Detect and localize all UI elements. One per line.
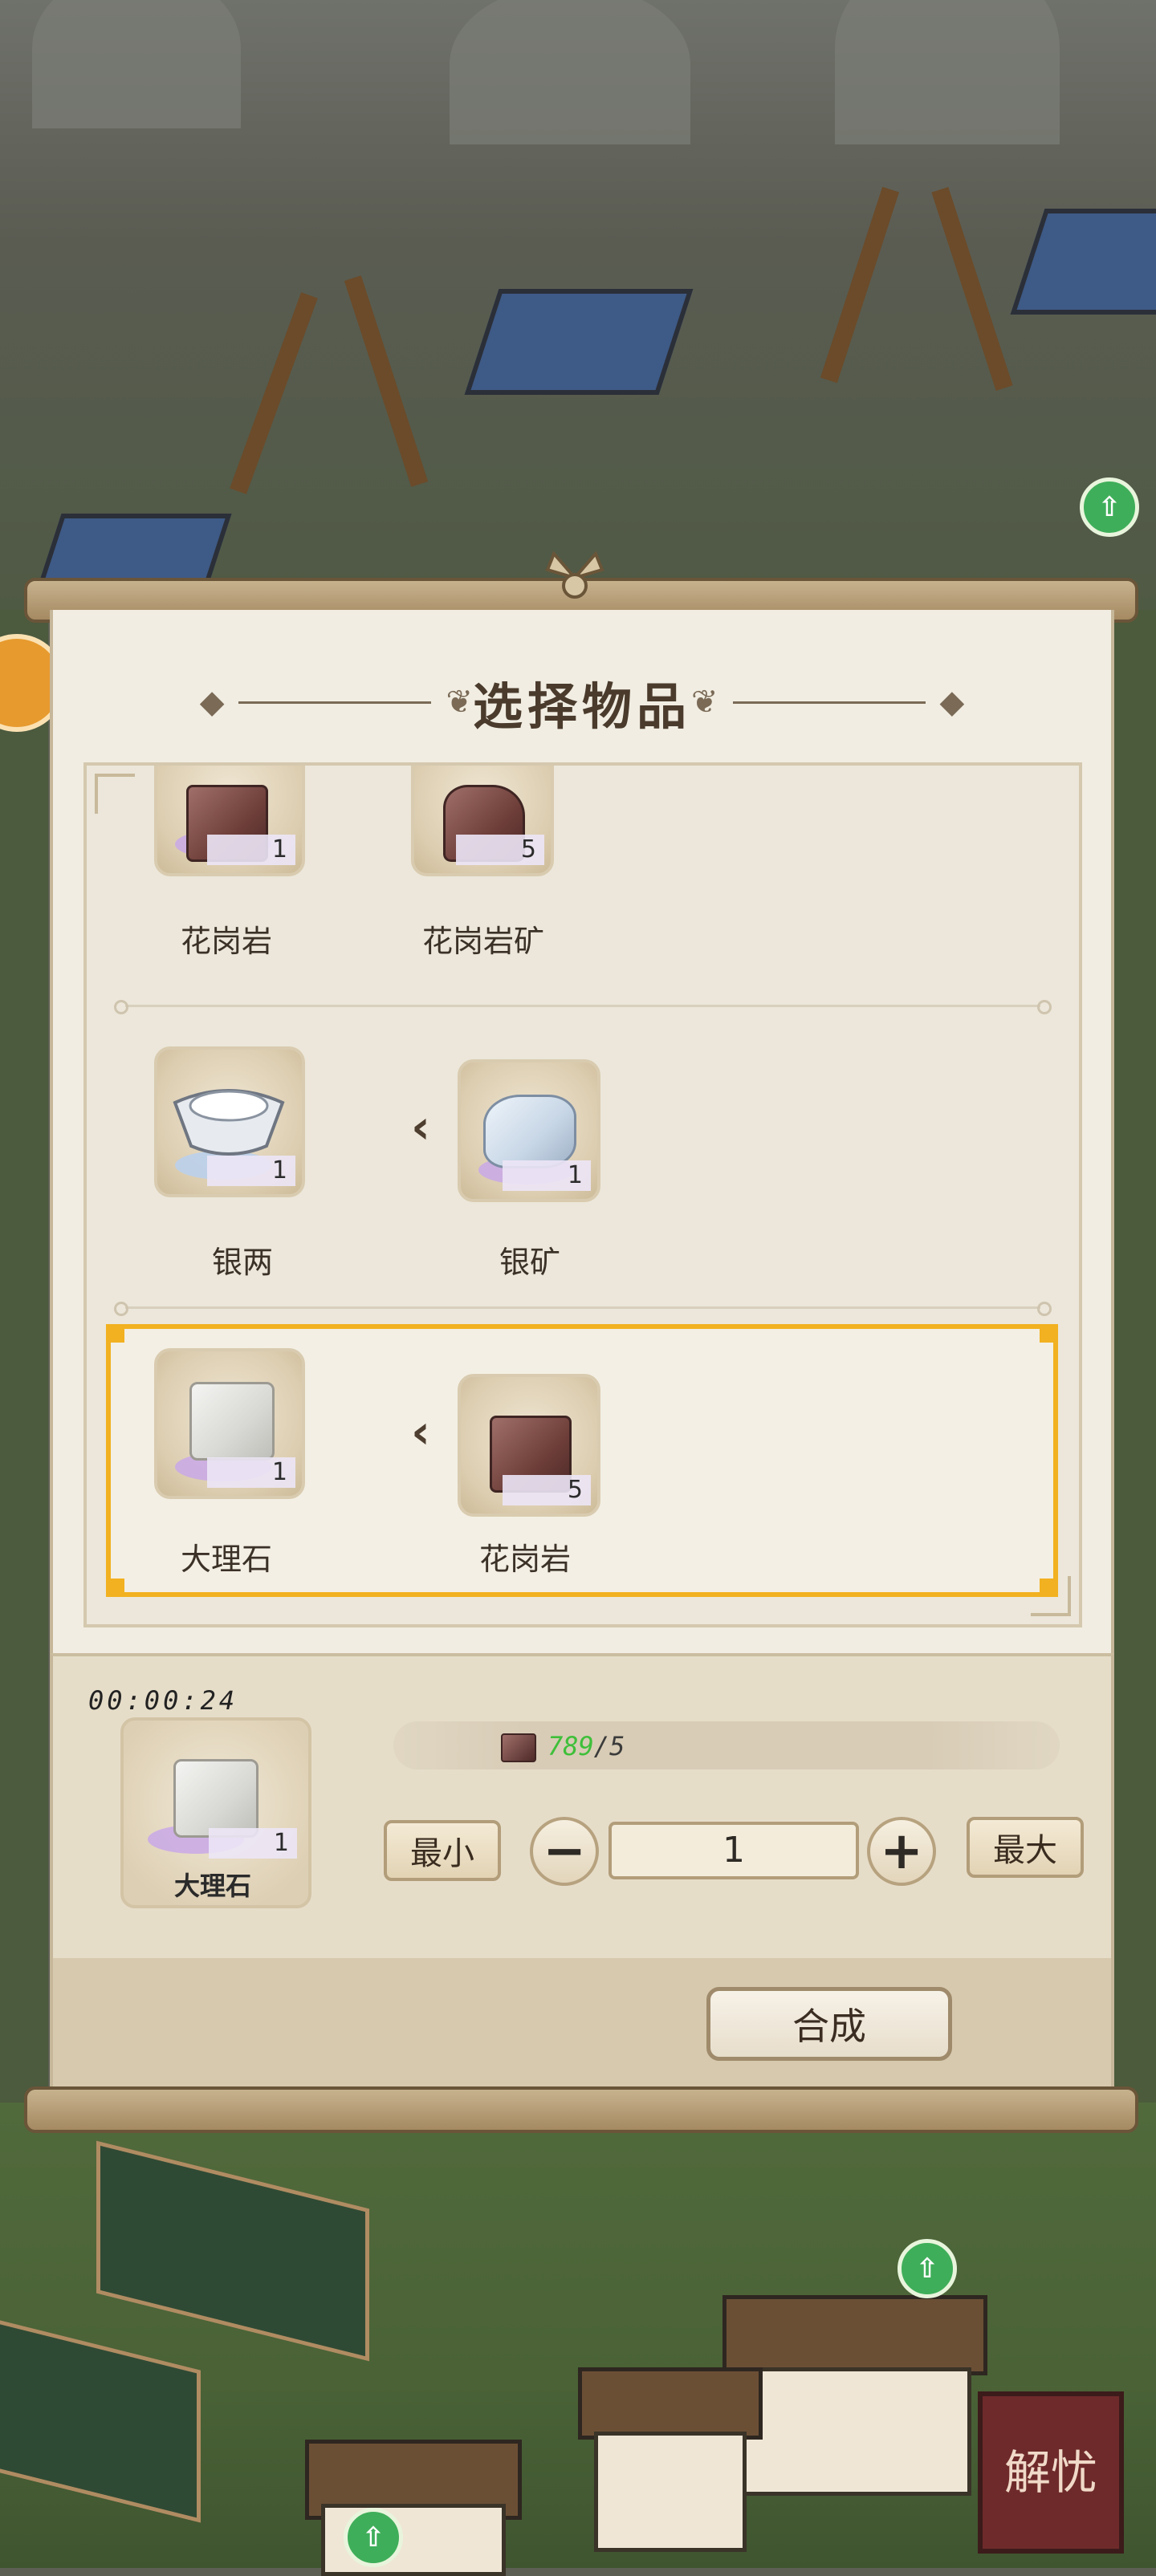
title-ornament-icon: ◆ bbox=[199, 684, 225, 721]
craft-timer: 00:00:24 bbox=[88, 1685, 238, 1716]
requirement-have: 789 bbox=[547, 1731, 594, 1761]
selection-corner bbox=[108, 1579, 124, 1595]
dialog-header: ◆ ❦ 选择物品 ❦ ◆ bbox=[53, 666, 1111, 738]
upgrade-arrow-icon[interactable]: ⇧ bbox=[898, 2239, 957, 2298]
scroll-knot-icon bbox=[545, 551, 604, 599]
quantity-field[interactable]: 1 bbox=[609, 1822, 859, 1879]
output-item-slot[interactable]: 1 bbox=[154, 766, 305, 876]
select-item-dialog: ◆ ❦ 选择物品 ❦ ◆ 1 ‹ 5 花岗岩 花 bbox=[50, 610, 1114, 1653]
output-item-slot[interactable]: 1 bbox=[154, 1046, 305, 1197]
input-item-name: 花岗岩 bbox=[478, 1542, 571, 1577]
input-item-slot[interactable]: 5 bbox=[458, 1374, 600, 1517]
item-count: 1 bbox=[207, 1457, 295, 1488]
seal-label: 解忧 bbox=[1003, 2445, 1097, 2500]
max-button[interactable]: 最大 bbox=[967, 1817, 1084, 1878]
title-divider bbox=[238, 701, 432, 704]
silver-ingot-icon bbox=[173, 1089, 285, 1156]
recipe-row-silver[interactable]: 1 ‹ 1 银两 银矿 bbox=[106, 1022, 1058, 1295]
requirement-text: 789/5 bbox=[547, 1731, 625, 1761]
output-item-name: 花岗岩 bbox=[180, 924, 272, 959]
input-item-name: 花岗岩矿 bbox=[421, 924, 544, 959]
marble-icon bbox=[189, 1382, 275, 1461]
recipe-row-granite[interactable]: 1 ‹ 5 花岗岩 花岗岩矿 bbox=[106, 766, 1058, 966]
item-count: 5 bbox=[503, 1475, 591, 1505]
min-button[interactable]: 最小 bbox=[384, 1820, 501, 1881]
output-item-name: 大理石 bbox=[180, 1542, 272, 1577]
selection-corner bbox=[1040, 1579, 1056, 1595]
output-item-slot[interactable]: 1 bbox=[154, 1348, 305, 1499]
increase-button[interactable]: + bbox=[867, 1817, 936, 1886]
row-divider bbox=[114, 1302, 1052, 1316]
silver-ore-icon bbox=[483, 1095, 576, 1168]
craft-button[interactable]: 合成 bbox=[706, 1987, 952, 2061]
input-item-name: 银矿 bbox=[499, 1245, 560, 1280]
input-item-slot[interactable]: 5 bbox=[411, 766, 554, 876]
requirement-bar bbox=[393, 1721, 1060, 1769]
recipe-row-marble[interactable]: 1 ‹ 5 大理石 花岗岩 bbox=[106, 1324, 1058, 1597]
village-scenery-top bbox=[0, 0, 1156, 610]
requirement-need: /5 bbox=[593, 1731, 625, 1761]
item-count: 5 bbox=[456, 835, 544, 865]
craft-arrow-icon: ‹ bbox=[411, 1099, 430, 1154]
granite-icon bbox=[501, 1733, 536, 1762]
item-count: 1 bbox=[207, 835, 295, 865]
item-count: 1 bbox=[207, 1156, 295, 1186]
item-count: 1 bbox=[503, 1160, 591, 1191]
row-divider bbox=[114, 1000, 1052, 1014]
scenery-left-strip bbox=[0, 610, 48, 2135]
craft-action-bar bbox=[50, 1958, 1114, 2086]
item-count: 1 bbox=[209, 1828, 297, 1859]
seal-button[interactable]: 解忧 bbox=[978, 2391, 1124, 2554]
recipe-list[interactable]: 1 ‹ 5 花岗岩 花岗岩矿 1 bbox=[83, 762, 1082, 1627]
upgrade-arrow-icon[interactable]: ⇧ bbox=[344, 2508, 403, 2567]
output-item-name: 银两 bbox=[211, 1245, 273, 1280]
marble-icon bbox=[173, 1759, 258, 1838]
craft-output-name: 大理石 bbox=[173, 1871, 251, 1901]
input-item-slot[interactable]: 1 bbox=[458, 1059, 600, 1202]
selection-corner bbox=[1040, 1327, 1056, 1343]
craft-arrow-icon: ‹ bbox=[411, 1404, 430, 1459]
decrease-button[interactable]: − bbox=[530, 1817, 599, 1886]
title-swirl-icon: ❦ bbox=[446, 684, 473, 721]
dialog-title: 选择物品 bbox=[472, 677, 691, 736]
title-ornament-icon: ◆ bbox=[939, 684, 965, 721]
title-swirl-icon: ❦ bbox=[691, 684, 718, 721]
scroll-rod-bottom bbox=[24, 2086, 1138, 2133]
selection-corner bbox=[108, 1327, 124, 1343]
title-divider bbox=[732, 701, 926, 704]
upgrade-arrow-icon[interactable]: ⇧ bbox=[1080, 477, 1139, 537]
